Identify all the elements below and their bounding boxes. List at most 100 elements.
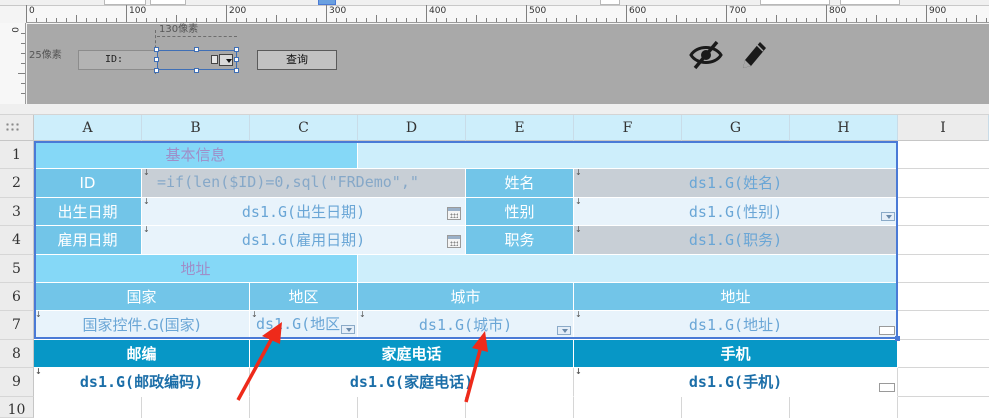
cell-mobile-value[interactable]: ↓ ds1.G(手机) <box>574 368 898 397</box>
width-annotation: 130像素 <box>159 24 199 35</box>
cell-address-title[interactable]: 地址 <box>34 255 358 283</box>
cell-address-value[interactable]: ↓ ds1.G(地址) <box>574 311 898 340</box>
ruler-tick <box>716 18 717 22</box>
cell-empty[interactable] <box>358 255 898 283</box>
column-header[interactable]: D <box>358 115 466 141</box>
ruler-tick <box>936 18 937 22</box>
column-header[interactable]: B <box>142 115 250 141</box>
cell-marker: ↓ <box>251 311 258 319</box>
ruler-tick <box>866 18 867 22</box>
parameter-canvas[interactable]: 130像素 25像素 ID: 查询 <box>27 24 989 104</box>
cell-city-value[interactable]: ↓ ds1.G(城市) <box>358 311 574 340</box>
cell-gender-value[interactable]: ↓ ds1.G(性别) <box>574 198 898 226</box>
cell-text: ds1.G(职务) <box>688 231 783 249</box>
id-combo-box[interactable] <box>157 50 237 70</box>
cell-name-value[interactable]: ↓ ds1.G(姓名) <box>574 169 898 198</box>
cell-birth-label[interactable]: 出生日期 <box>34 198 142 226</box>
cell-job-label[interactable]: 职务 <box>466 226 574 255</box>
cell-country-label[interactable]: 国家 <box>34 283 250 311</box>
row-header[interactable]: 4 <box>0 226 34 255</box>
ruler-tick <box>286 18 287 22</box>
calendar-icon <box>447 207 461 220</box>
cell-home-phone-label[interactable]: 家庭电话 <box>250 340 574 368</box>
selection-handle[interactable] <box>895 336 900 341</box>
cell-name-label[interactable]: 姓名 <box>466 169 574 198</box>
ruler-tick <box>96 18 97 22</box>
cell-zip-value[interactable]: ↓ ds1.G(邮政编码) <box>34 368 250 397</box>
resize-handle[interactable] <box>194 47 199 52</box>
toolbar-button[interactable] <box>318 0 336 5</box>
cell-marker: ↓ <box>143 169 150 177</box>
ruler-tick <box>586 18 587 22</box>
cell-text: 国家 <box>126 288 157 306</box>
row-header[interactable]: 10 <box>0 397 34 418</box>
column-header[interactable]: G <box>682 115 790 141</box>
ruler-tick <box>566 18 567 22</box>
cell-mobile-label[interactable]: 手机 <box>574 340 898 368</box>
cell-city-label[interactable]: 城市 <box>358 283 574 311</box>
ruler-tick <box>56 18 57 22</box>
cell-address-label[interactable]: 地址 <box>574 283 898 311</box>
toolbar-field[interactable] <box>760 0 830 5</box>
ruler-tick <box>296 18 297 22</box>
cell-text: 雇用日期 <box>57 231 118 249</box>
resize-handle[interactable] <box>154 68 159 73</box>
row-header[interactable]: 8 <box>0 340 34 368</box>
query-button[interactable]: 查询 <box>257 50 337 70</box>
column-header[interactable]: E <box>466 115 574 141</box>
column-header[interactable]: C <box>250 115 358 141</box>
row-header[interactable]: 1 <box>0 141 34 169</box>
row-header[interactable]: 5 <box>0 255 34 283</box>
ruler-tick <box>616 18 617 22</box>
cell-hire-label[interactable]: 雇用日期 <box>34 226 142 255</box>
column-header[interactable]: I <box>898 115 989 141</box>
resize-handle[interactable] <box>154 57 159 62</box>
cell-marker: ↓ <box>35 311 42 319</box>
toolbar-field[interactable] <box>150 0 186 5</box>
cell-job-value[interactable]: ↓ ds1.G(职务) <box>574 226 898 255</box>
column-header[interactable]: F <box>574 115 682 141</box>
pane-splitter[interactable] <box>0 104 989 115</box>
ruler-tick <box>346 18 347 22</box>
grid-dots-icon[interactable] <box>0 115 34 141</box>
resize-handle[interactable] <box>234 57 239 62</box>
cell-region-label[interactable]: 地区 <box>250 283 358 311</box>
cell-region-value[interactable]: ↓ ds1.G(地区 <box>250 311 358 340</box>
toolbar-field[interactable] <box>104 0 146 5</box>
cell-hire-value[interactable]: ↓ ds1.G(雇用日期) <box>142 226 466 255</box>
toolbar-field[interactable] <box>840 0 900 5</box>
eye-slash-icon[interactable] <box>689 40 723 70</box>
resize-handle[interactable] <box>234 68 239 73</box>
cell-text: ds1.G(性别) <box>688 203 783 221</box>
cell-basic-info[interactable]: 基本信息 <box>34 141 358 169</box>
resize-handle[interactable] <box>194 68 199 73</box>
cell-gender-label[interactable]: 性别 <box>466 198 574 226</box>
height-annotation: 25像素 <box>29 50 62 61</box>
resize-handle[interactable] <box>234 47 239 52</box>
cell-home-phone-value[interactable]: ds1.G(家庭电话) <box>250 368 574 397</box>
cell-country-value[interactable]: ↓ 国家控件.G(国家) <box>34 311 250 340</box>
pencil-icon[interactable] <box>739 38 769 70</box>
resize-handle[interactable] <box>154 47 159 52</box>
cell-text: 邮编 <box>126 345 157 363</box>
cell-id-label[interactable]: ID <box>34 169 142 198</box>
ruler-tick <box>466 18 467 22</box>
cell-birth-value[interactable]: ↓ ds1.G(出生日期) <box>142 198 466 226</box>
ruler-tick <box>26 5 27 22</box>
row-header[interactable]: 9 <box>0 368 34 397</box>
ruler-tick <box>256 18 257 22</box>
cell-zip-label[interactable]: 邮编 <box>34 340 250 368</box>
row-header[interactable]: 7 <box>0 311 34 340</box>
cell-text: 城市 <box>450 288 481 306</box>
chevron-down-icon[interactable] <box>219 54 233 66</box>
cell-empty[interactable] <box>358 141 898 169</box>
ruler-tick <box>18 73 25 74</box>
row-header[interactable]: 6 <box>0 283 34 311</box>
toolbar-button[interactable] <box>600 0 620 5</box>
column-header[interactable]: H <box>790 115 898 141</box>
row-header[interactable]: 2 <box>0 169 34 198</box>
cell-id-formula[interactable]: ↓ =if(len($ID)=0,sql("FRDemo"," <box>142 169 466 198</box>
ruler-tick <box>166 18 167 22</box>
column-header[interactable]: A <box>34 115 142 141</box>
row-header[interactable]: 3 <box>0 198 34 226</box>
